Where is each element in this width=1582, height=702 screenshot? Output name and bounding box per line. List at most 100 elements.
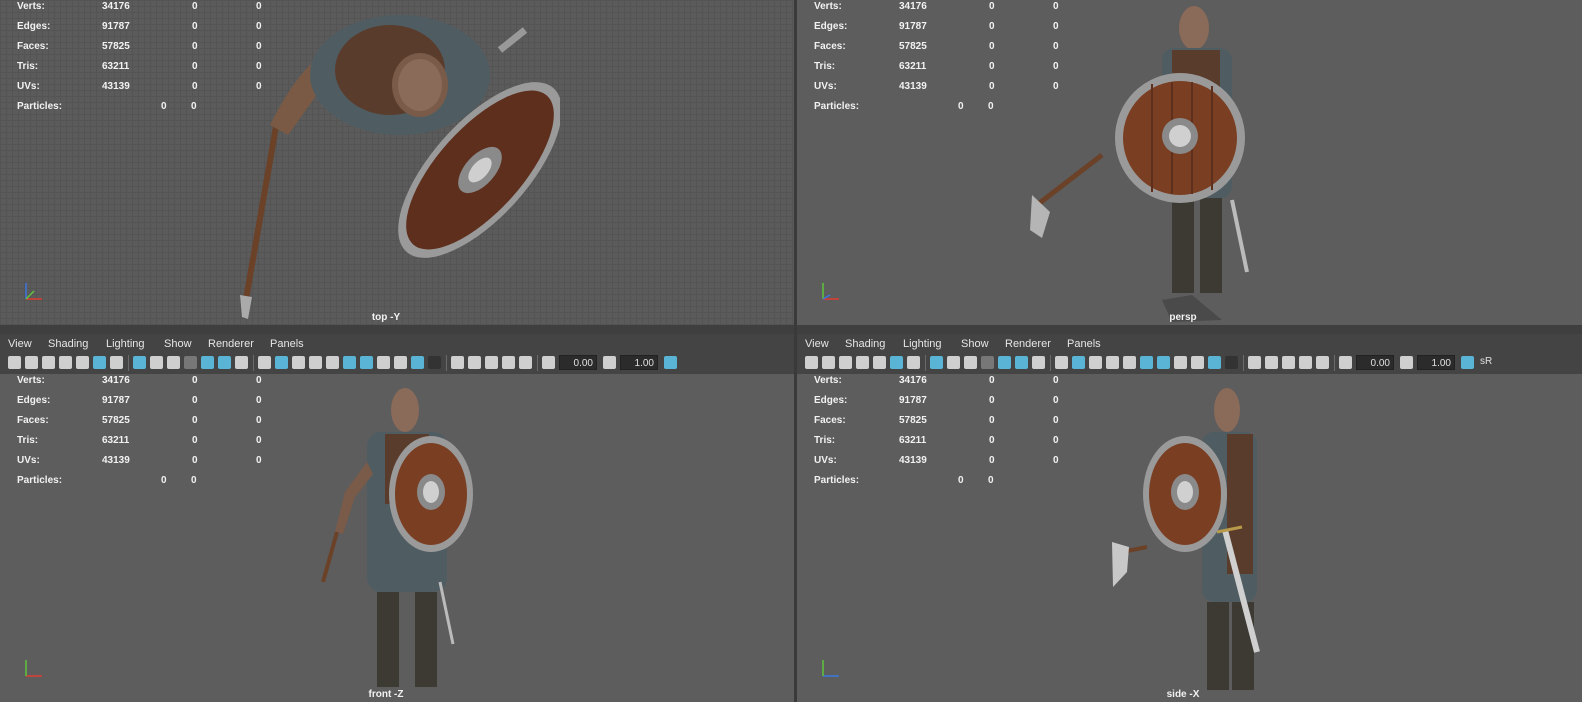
color-management-icon[interactable] (1461, 356, 1474, 369)
viewport-top[interactable]: Verts: 34176 0 0 Edges: 91787 0 0 Faces: 57825 0 0 T… (0, 0, 794, 325)
wireframe-icon[interactable] (1055, 356, 1068, 369)
menu-renderer[interactable]: Renderer (1005, 338, 1051, 350)
hud-label: Verts: (814, 1, 842, 12)
xray-active-components-icon[interactable] (1282, 356, 1295, 369)
depth-of-field-icon[interactable] (428, 356, 441, 369)
xray-active-components-icon[interactable] (485, 356, 498, 369)
xray-icon[interactable] (468, 356, 481, 369)
hud-value: 0 (256, 435, 262, 446)
depth-of-field-icon[interactable] (1225, 356, 1238, 369)
image-plane-icon[interactable] (873, 356, 886, 369)
safe-action-icon[interactable] (1015, 356, 1028, 369)
gamma-icon[interactable] (603, 356, 616, 369)
resolution-gate-icon[interactable] (964, 356, 977, 369)
hud-value: 0 (191, 475, 197, 486)
select-camera-icon[interactable] (25, 356, 38, 369)
viewport-front[interactable]: Verts: 34176 0 0 Edges: 91787 0 0 Faces: 57825 0 0 T… (0, 374, 794, 702)
hud-value: 0 (256, 455, 262, 466)
field-chart-icon[interactable] (998, 356, 1011, 369)
motion-blur-icon[interactable] (1191, 356, 1204, 369)
textured-icon[interactable] (326, 356, 339, 369)
gamma-icon[interactable] (1400, 356, 1413, 369)
default-material-icon[interactable] (1089, 356, 1102, 369)
multisample-aa-icon[interactable] (1208, 356, 1221, 369)
character-model-persp[interactable] (1022, 0, 1282, 325)
bookmark-icon[interactable] (856, 356, 869, 369)
gate-mask-icon[interactable] (184, 356, 197, 369)
pane-divider-horizontal[interactable] (0, 325, 1582, 334)
lock-camera-icon[interactable] (839, 356, 852, 369)
lock-camera-icon[interactable] (42, 356, 55, 369)
isolate-select-icon[interactable] (1248, 356, 1261, 369)
menu-view[interactable]: View (8, 338, 32, 350)
motion-blur-icon[interactable] (394, 356, 407, 369)
isolate-select-icon[interactable] (451, 356, 464, 369)
gamma-field[interactable]: 1.00 (620, 355, 658, 370)
smooth-shade-icon[interactable] (275, 356, 288, 369)
hud-label: Faces: (814, 415, 846, 426)
xray-joints-icon[interactable] (502, 356, 515, 369)
shadows-icon[interactable] (360, 356, 373, 369)
color-management-icon[interactable] (664, 356, 677, 369)
shadows-icon[interactable] (1157, 356, 1170, 369)
menu-lighting[interactable]: Lighting (106, 338, 145, 350)
hud-label: Edges: (17, 395, 51, 406)
wireframe-on-shaded-icon[interactable] (1106, 356, 1119, 369)
2d-pan-icon[interactable] (93, 356, 106, 369)
character-model-top[interactable] (230, 5, 560, 325)
viewport-side[interactable]: Verts: 34176 0 0 Edges: 91787 0 0 Faces: 57825 0 0 T… (797, 374, 1582, 702)
textured-icon[interactable] (1123, 356, 1136, 369)
color-space-label[interactable]: sR (1480, 356, 1492, 367)
image-plane-icon[interactable] (76, 356, 89, 369)
film-gate-icon[interactable] (947, 356, 960, 369)
grease-pencil-icon[interactable] (907, 356, 920, 369)
grid-icon[interactable] (930, 356, 943, 369)
smooth-shade-icon[interactable] (1072, 356, 1085, 369)
field-chart-icon[interactable] (201, 356, 214, 369)
camera-icon[interactable] (805, 356, 818, 369)
safe-title-icon[interactable] (235, 356, 248, 369)
exposure-icon[interactable] (1339, 356, 1352, 369)
xray-icon[interactable] (1265, 356, 1278, 369)
grease-pencil-icon[interactable] (110, 356, 123, 369)
gamma-field[interactable]: 1.00 (1417, 355, 1455, 370)
menu-shading[interactable]: Shading (48, 338, 88, 350)
bookmark-icon[interactable] (59, 356, 72, 369)
backface-culling-icon[interactable] (1316, 356, 1329, 369)
exposure-field[interactable]: 0.00 (559, 355, 597, 370)
menu-panels[interactable]: Panels (270, 338, 304, 350)
multisample-aa-icon[interactable] (411, 356, 424, 369)
wireframe-icon[interactable] (258, 356, 271, 369)
use-all-lights-icon[interactable] (1140, 356, 1153, 369)
use-all-lights-icon[interactable] (343, 356, 356, 369)
screen-space-ao-icon[interactable] (1174, 356, 1187, 369)
grid-icon[interactable] (133, 356, 146, 369)
wireframe-on-shaded-icon[interactable] (309, 356, 322, 369)
2d-pan-icon[interactable] (890, 356, 903, 369)
character-model-side[interactable] (1107, 382, 1287, 700)
film-gate-icon[interactable] (150, 356, 163, 369)
xray-joints-icon[interactable] (1299, 356, 1312, 369)
menu-shading[interactable]: Shading (845, 338, 885, 350)
menu-show[interactable]: Show (164, 338, 192, 350)
camera-icon[interactable] (8, 356, 21, 369)
exposure-field[interactable]: 0.00 (1356, 355, 1394, 370)
exposure-icon[interactable] (542, 356, 555, 369)
menu-view[interactable]: View (805, 338, 829, 350)
backface-culling-icon[interactable] (519, 356, 532, 369)
menu-lighting[interactable]: Lighting (903, 338, 942, 350)
default-material-icon[interactable] (292, 356, 305, 369)
safe-action-icon[interactable] (218, 356, 231, 369)
gate-mask-icon[interactable] (981, 356, 994, 369)
menu-renderer[interactable]: Renderer (208, 338, 254, 350)
resolution-gate-icon[interactable] (167, 356, 180, 369)
menu-panels[interactable]: Panels (1067, 338, 1101, 350)
hud-label: UVs: (17, 455, 40, 466)
hud-label: Verts: (814, 375, 842, 386)
screen-space-ao-icon[interactable] (377, 356, 390, 369)
safe-title-icon[interactable] (1032, 356, 1045, 369)
viewport-persp[interactable]: Verts: 34176 0 0 Edges: 91787 0 0 Faces: 57825 0 0 T… (797, 0, 1582, 325)
character-model-front[interactable] (305, 382, 485, 700)
select-camera-icon[interactable] (822, 356, 835, 369)
menu-show[interactable]: Show (961, 338, 989, 350)
